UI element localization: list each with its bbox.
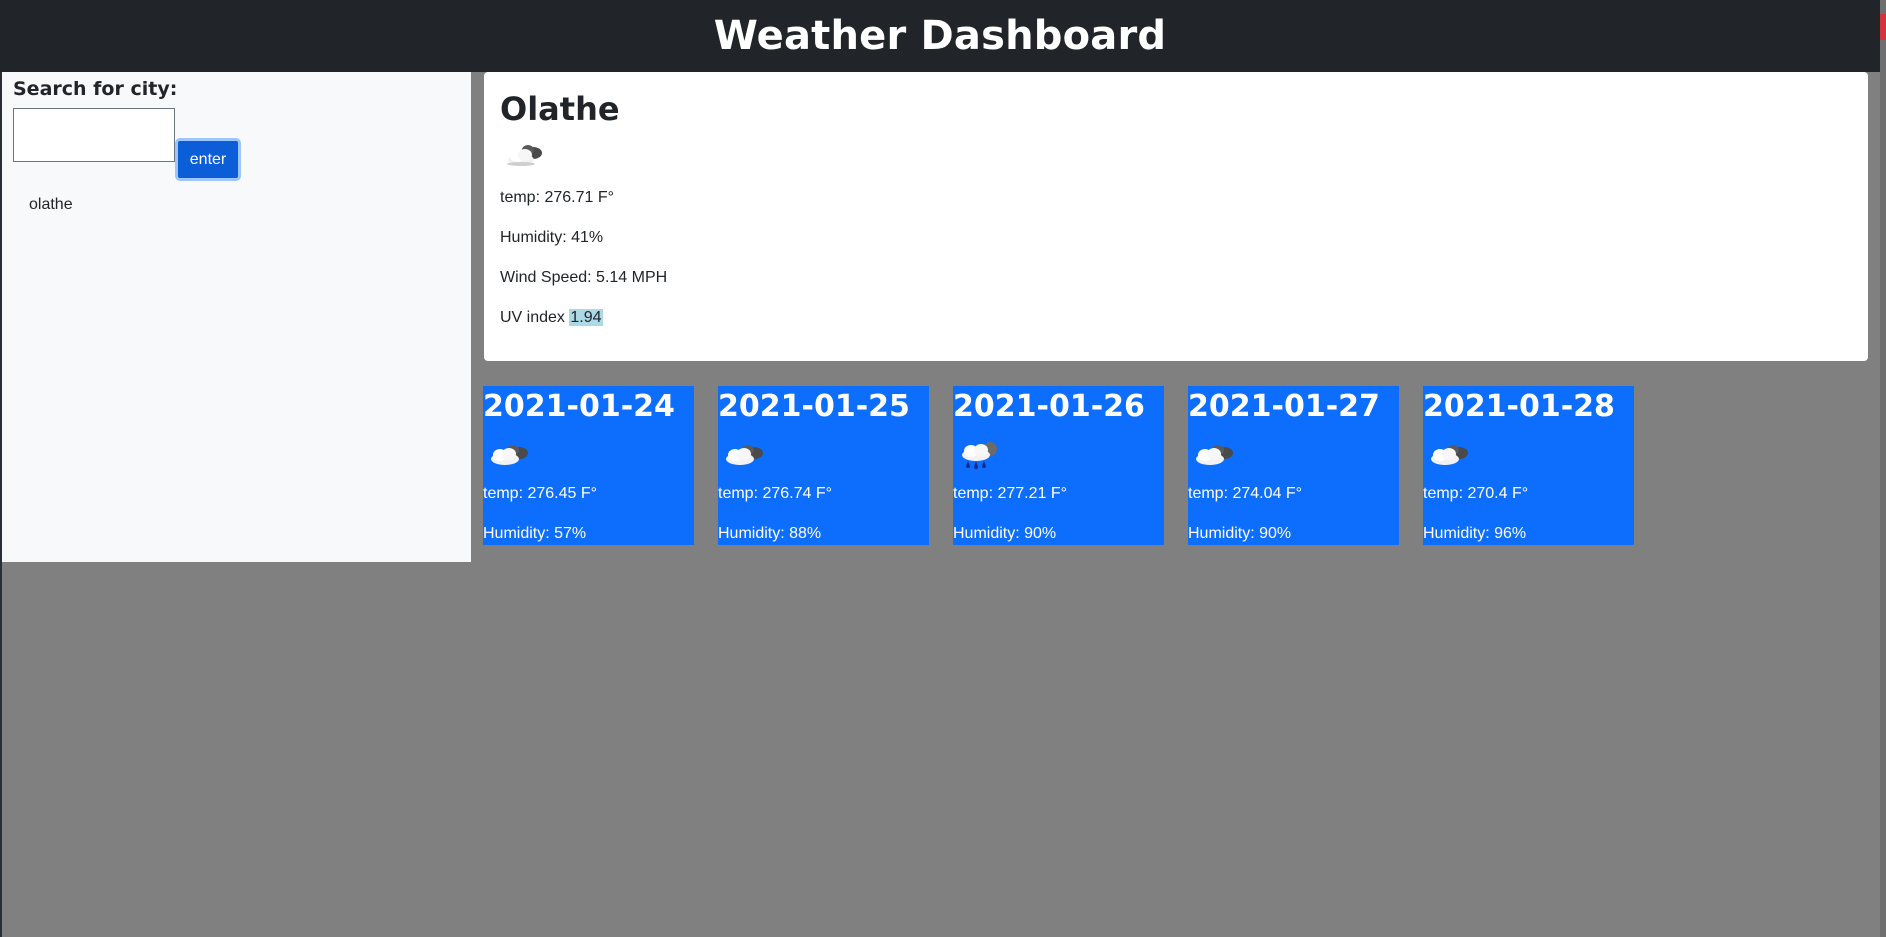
uv-index-badge: 1.94 bbox=[569, 309, 603, 326]
cloud-icon bbox=[507, 145, 542, 166]
forecast-date: 2021-01-25 bbox=[718, 389, 910, 424]
current-humidity: Humidity: 41% bbox=[500, 229, 604, 246]
forecast-row: 2021-01-24 temp: 276.45 F° Humidity: 57%… bbox=[483, 386, 1634, 545]
forecast-date: 2021-01-26 bbox=[953, 389, 1145, 424]
cloud-icon bbox=[1196, 445, 1233, 465]
forecast-humidity: Humidity: 57% bbox=[483, 525, 587, 542]
current-temp: temp: 276.71 F° bbox=[500, 189, 615, 206]
current-uv: UV index 1.94 bbox=[500, 309, 603, 327]
scrollbar[interactable] bbox=[1880, 0, 1886, 937]
forecast-humidity: Humidity: 90% bbox=[1188, 525, 1292, 542]
forecast-temp: temp: 270.4 F° bbox=[1423, 485, 1529, 502]
search-label: Search for city: bbox=[13, 78, 178, 100]
forecast-card: 2021-01-28 temp: 270.4 F° Humidity: 96% bbox=[1423, 386, 1634, 545]
forecast-temp: temp: 277.21 F° bbox=[953, 485, 1068, 502]
forecast-card: 2021-01-26 temp: 277.21 F° Humidity: 90% bbox=[953, 386, 1164, 545]
forecast-temp: temp: 276.74 F° bbox=[718, 485, 833, 502]
cloud-icon bbox=[726, 445, 763, 465]
current-wind-speed: Wind Speed: 5.14 MPH bbox=[500, 269, 668, 286]
page-title: Weather Dashboard bbox=[713, 13, 1167, 59]
current-weather-card: Olathe temp: 276.71 F° Humidity: 41% Win… bbox=[484, 72, 1868, 361]
rain-cloud-icon bbox=[962, 442, 997, 469]
sidebar: Search for city: enter olathe bbox=[2, 72, 471, 562]
forecast-card: 2021-01-27 temp: 274.04 F° Humidity: 90% bbox=[1188, 386, 1399, 545]
search-input[interactable] bbox=[13, 108, 175, 162]
scrollbar-thumb[interactable] bbox=[1880, 14, 1886, 40]
forecast-card: 2021-01-25 temp: 276.74 F° Humidity: 88% bbox=[718, 386, 929, 545]
forecast-humidity: Humidity: 96% bbox=[1423, 525, 1527, 542]
page-header: Weather Dashboard bbox=[0, 0, 1880, 72]
forecast-date: 2021-01-24 bbox=[483, 389, 675, 424]
forecast-temp: temp: 276.45 F° bbox=[483, 485, 598, 502]
forecast-card: 2021-01-24 temp: 276.45 F° Humidity: 57% bbox=[483, 386, 694, 545]
city-name: Olathe bbox=[500, 90, 620, 128]
uv-label: UV index bbox=[500, 309, 570, 326]
forecast-temp: temp: 274.04 F° bbox=[1188, 485, 1303, 502]
forecast-date: 2021-01-28 bbox=[1423, 389, 1615, 424]
history-item-olathe[interactable]: olathe bbox=[29, 196, 73, 214]
cloud-icon bbox=[491, 445, 528, 465]
forecast-humidity: Humidity: 88% bbox=[718, 525, 822, 542]
forecast-date: 2021-01-27 bbox=[1188, 389, 1380, 424]
enter-button[interactable]: enter bbox=[175, 138, 241, 181]
forecast-humidity: Humidity: 90% bbox=[953, 525, 1057, 542]
cloud-icon bbox=[1431, 445, 1468, 465]
